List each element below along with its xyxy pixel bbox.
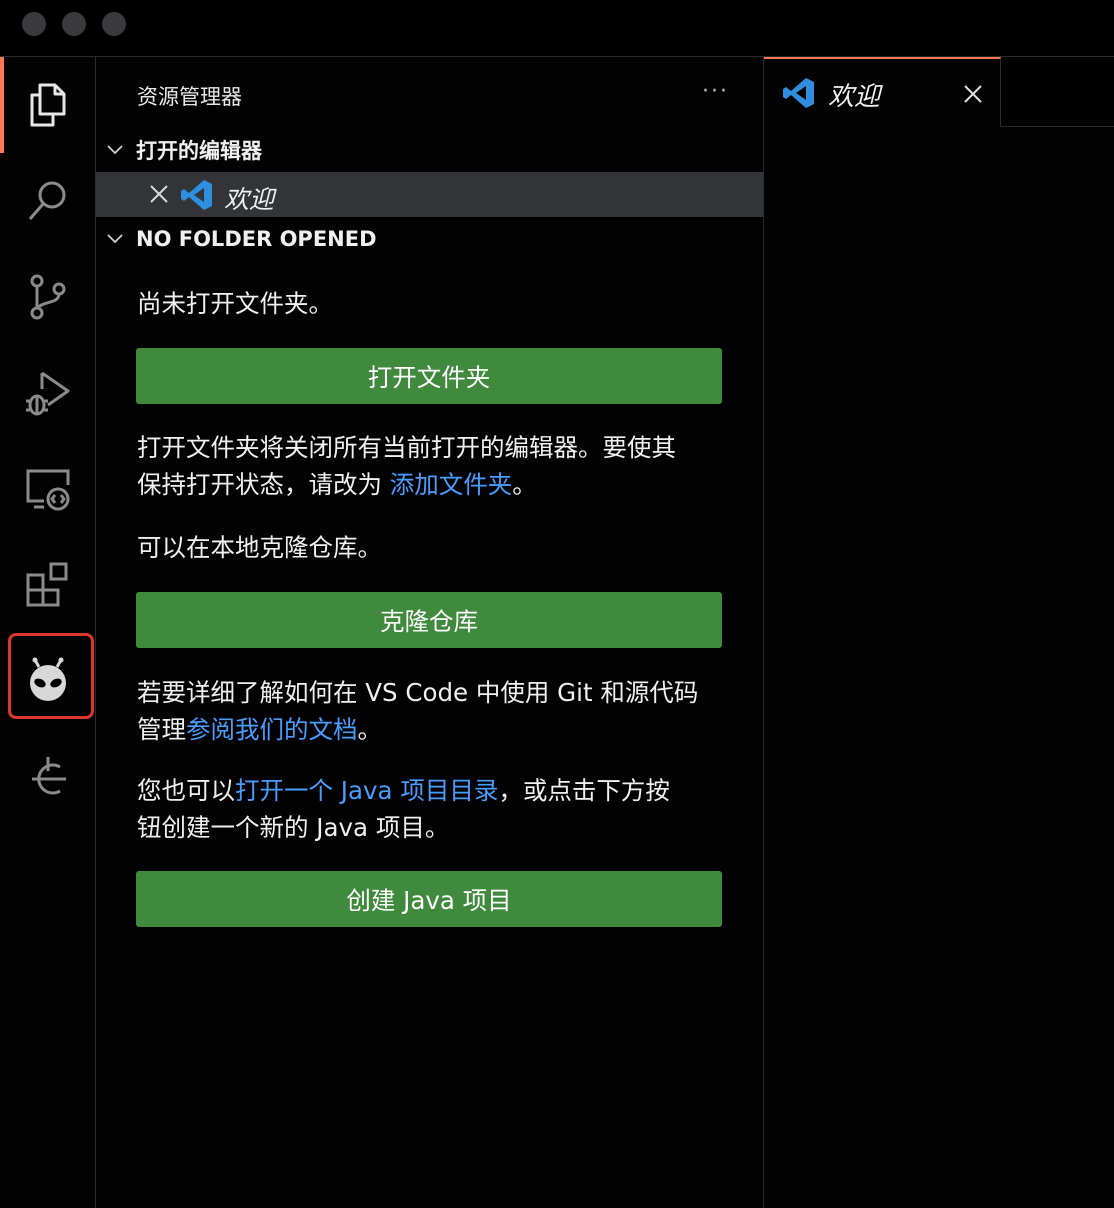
platformio-icon xyxy=(29,657,66,701)
no-folder-text: 尚未打开文件夹。 xyxy=(137,289,333,318)
close-info-prefix: 保持打开状态，请改为 xyxy=(137,470,390,499)
search-button[interactable] xyxy=(0,161,95,241)
gitlens-button[interactable] xyxy=(0,737,95,817)
git-docs-info: 若要详细了解如何在 VS Code 中使用 Git 和源代码 管理参阅我们的文档… xyxy=(137,674,727,748)
close-icon[interactable] xyxy=(963,84,983,104)
open-editor-item[interactable]: 欢迎 xyxy=(96,172,763,217)
close-window-button[interactable] xyxy=(22,12,46,36)
run-debug-icon xyxy=(25,371,69,416)
platformio-button[interactable] xyxy=(0,641,95,721)
close-info-line1: 打开文件夹将关闭所有当前打开的编辑器。要使其 xyxy=(137,433,676,462)
java-suffix: ，或点击下方按 xyxy=(498,776,670,805)
chevron-down-icon xyxy=(107,145,123,155)
java-line2: 钮创建一个新的 Java 项目。 xyxy=(137,813,450,842)
gitlens-icon xyxy=(31,757,66,795)
git-info-suffix: 。 xyxy=(357,715,383,744)
chevron-down-icon xyxy=(107,234,123,244)
sidebar-title: 资源管理器 xyxy=(137,85,242,109)
open-editor-label: 欢迎 xyxy=(224,185,275,214)
editor-area: 欢迎 xyxy=(764,57,1114,1208)
git-info-prefix: 管理 xyxy=(137,715,186,744)
close-info-suffix: 。 xyxy=(512,470,537,499)
tab-strip-empty xyxy=(1001,57,1114,127)
explorer-icon xyxy=(30,83,65,127)
java-info: 您也可以打开一个 Java 项目目录，或点击下方按 钮创建一个新的 Java 项… xyxy=(137,772,727,846)
open-editors-header[interactable]: 打开的编辑器 xyxy=(104,130,262,170)
docs-link[interactable]: 参阅我们的文档 xyxy=(186,715,358,744)
zoom-window-button[interactable] xyxy=(102,12,126,36)
activity-bar xyxy=(0,57,96,1208)
open-editors-label: 打开的编辑器 xyxy=(136,139,262,163)
explorer-sidebar: 资源管理器 ··· 打开的编辑器 欢迎 NO FOLDER OPENED 尚未打… xyxy=(96,57,764,1208)
extensions-button[interactable] xyxy=(0,545,95,625)
run-debug-button[interactable] xyxy=(0,353,95,433)
tab-label: 欢迎 xyxy=(828,82,881,112)
open-java-project-link[interactable]: 打开一个 Java 项目目录 xyxy=(235,776,498,805)
clone-repository-button[interactable]: 克隆仓库 xyxy=(136,592,722,648)
close-editors-info: 打开文件夹将关闭所有当前打开的编辑器。要使其 保持打开状态，请改为 添加文件夹。 xyxy=(137,429,727,503)
minimize-window-button[interactable] xyxy=(62,12,86,36)
open-folder-button[interactable]: 打开文件夹 xyxy=(136,348,722,404)
source-control-icon xyxy=(30,274,65,320)
create-java-project-button[interactable]: 创建 Java 项目 xyxy=(136,871,722,927)
tab-welcome[interactable]: 欢迎 xyxy=(764,57,1001,127)
source-control-button[interactable] xyxy=(0,257,95,337)
more-actions-button[interactable]: ··· xyxy=(702,79,729,104)
add-folder-link[interactable]: 添加文件夹 xyxy=(390,470,513,499)
clone-text: 可以在本地克隆仓库。 xyxy=(137,533,382,562)
remote-explorer-button[interactable] xyxy=(0,449,95,529)
git-info-line1: 若要详细了解如何在 VS Code 中使用 Git 和源代码 xyxy=(137,678,699,707)
vscode-icon xyxy=(181,180,212,210)
no-folder-header[interactable]: NO FOLDER OPENED xyxy=(104,219,377,259)
extensions-icon xyxy=(26,562,67,607)
vscode-icon xyxy=(783,78,814,108)
explorer-button[interactable] xyxy=(0,65,95,145)
remote-explorer-icon xyxy=(26,469,69,511)
search-icon xyxy=(28,181,65,220)
close-icon[interactable] xyxy=(148,183,170,205)
no-folder-label: NO FOLDER OPENED xyxy=(136,227,377,251)
title-bar xyxy=(0,0,1114,57)
java-prefix: 您也可以 xyxy=(137,776,235,805)
